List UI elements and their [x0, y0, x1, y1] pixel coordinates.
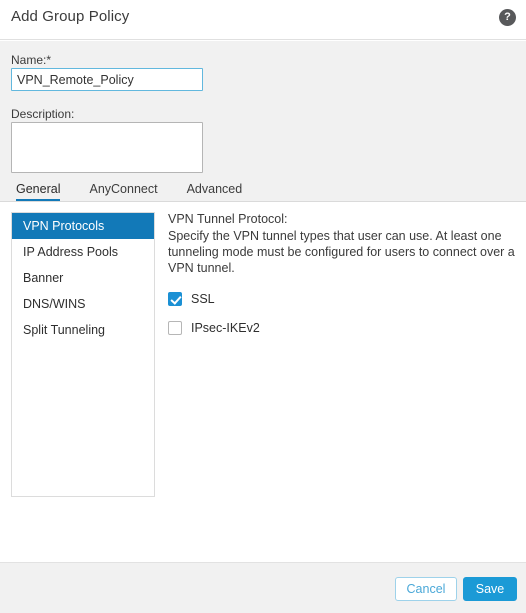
dialog-header: Add Group Policy ? [0, 0, 526, 40]
detail-heading: VPN Tunnel Protocol: [168, 212, 288, 226]
detail-description: Specify the VPN tunnel types that user c… [168, 229, 515, 275]
name-input[interactable] [11, 68, 203, 91]
checkbox-ssl-label: SSL [191, 292, 215, 306]
tab-anyconnect[interactable]: AnyConnect [89, 182, 157, 202]
sidebar-item-split-tunneling[interactable]: Split Tunneling [12, 317, 154, 343]
tab-bar: General AnyConnect Advanced [0, 176, 526, 202]
checkbox-row-ipsec-ikev2[interactable]: IPsec-IKEv2 [168, 317, 518, 339]
sidebar-item-ip-address-pools[interactable]: IP Address Pools [12, 239, 154, 265]
tab-general[interactable]: General [16, 182, 61, 202]
name-label: Name:* [11, 53, 52, 67]
settings-category-list: VPN Protocols IP Address Pools Banner DN… [11, 212, 155, 497]
tab-advanced[interactable]: Advanced [187, 182, 243, 202]
checkbox-row-ssl[interactable]: SSL [168, 288, 518, 310]
dialog-body: VPN Protocols IP Address Pools Banner DN… [0, 202, 526, 562]
vpn-protocols-panel: VPN Tunnel Protocol: Specify the VPN tun… [168, 212, 518, 346]
page-title: Add Group Policy [11, 8, 130, 25]
checkbox-ssl[interactable] [168, 292, 182, 306]
help-circle-icon[interactable]: ? [499, 9, 516, 26]
sidebar-item-banner[interactable]: Banner [12, 265, 154, 291]
checkbox-ipsec-ikev2-label: IPsec-IKEv2 [191, 321, 260, 335]
sidebar-item-vpn-protocols[interactable]: VPN Protocols [12, 213, 154, 239]
dialog-footer: Cancel Save [0, 562, 526, 613]
description-label: Description: [11, 107, 75, 121]
add-group-policy-dialog: Add Group Policy ? Name:* Description: G… [0, 0, 526, 613]
cancel-button[interactable]: Cancel [395, 577, 457, 601]
sidebar-item-dns-wins[interactable]: DNS/WINS [12, 291, 154, 317]
checkbox-ipsec-ikev2[interactable] [168, 321, 182, 335]
save-button[interactable]: Save [463, 577, 517, 601]
description-input[interactable] [11, 122, 203, 173]
